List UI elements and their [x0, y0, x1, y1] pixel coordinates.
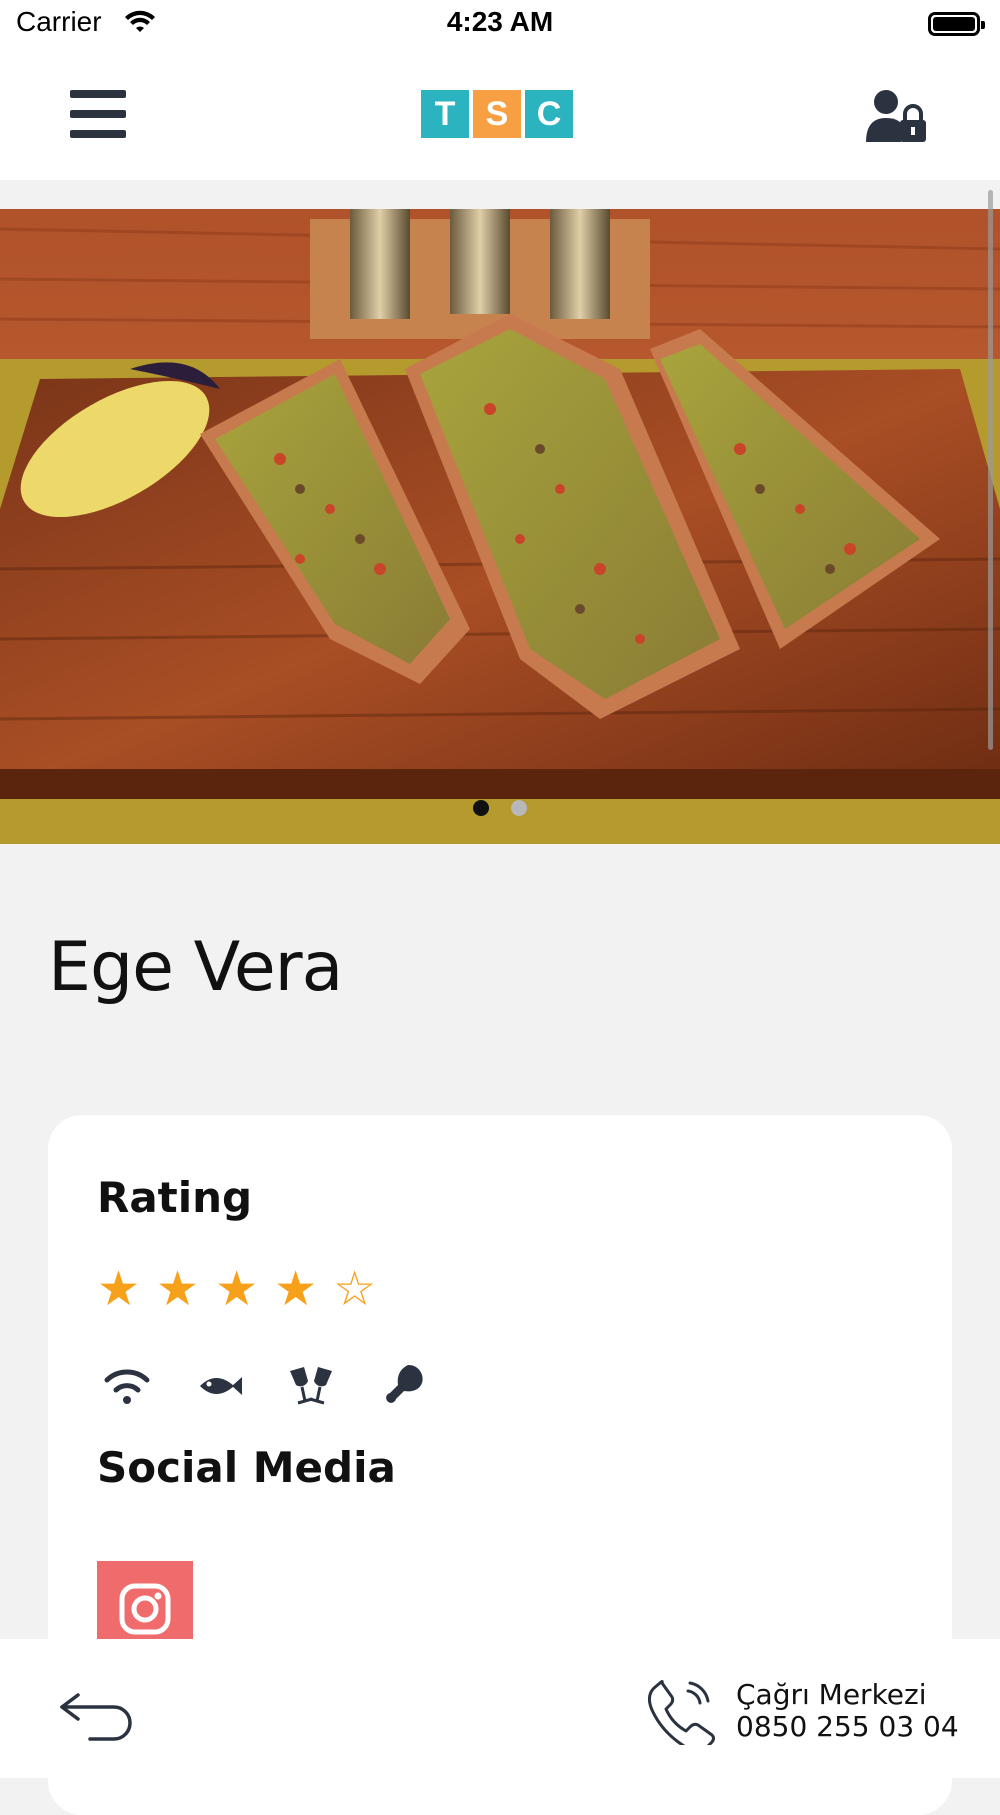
call-center-label: Çağrı Merkezi: [736, 1678, 927, 1711]
chicken-leg-icon: [377, 1360, 429, 1412]
star-filled-icon: ★: [156, 1261, 200, 1317]
hamburger-icon[interactable]: [70, 90, 126, 138]
rating-heading: Rating: [97, 1173, 253, 1222]
logo-tile-c: C: [525, 90, 573, 138]
back-arrow-icon[interactable]: [58, 1689, 138, 1745]
amenity-icons: [101, 1360, 429, 1412]
carousel-page-indicator: [0, 800, 1000, 816]
status-time: 4:23 AM: [446, 6, 554, 37]
call-center-button[interactable]: Çağrı Merkezi 0850 255 03 04: [648, 1679, 959, 1745]
call-center-number: 0850 255 03 04: [736, 1710, 959, 1743]
fish-icon: [193, 1360, 245, 1412]
cheers-glasses-icon: [285, 1360, 337, 1412]
user-lock-icon[interactable]: [864, 88, 928, 144]
phone-ringing-icon: [648, 1680, 715, 1745]
bottom-bar: Çağrı Merkezi 0850 255 03 04: [0, 1639, 1000, 1778]
social-media-heading: Social Media: [97, 1443, 396, 1492]
battery-icon: [928, 12, 985, 36]
logo-tile-s: S: [473, 90, 521, 138]
call-center-text: Çağrı Merkezi 0850 255 03 04: [736, 1679, 959, 1743]
logo-tile-t: T: [421, 90, 469, 138]
tsc-logo: T S C: [421, 90, 573, 138]
venue-name: Ege Vera: [48, 928, 343, 1007]
star-filled-icon: ★: [274, 1261, 318, 1317]
star-filled-icon: ★: [215, 1261, 259, 1317]
top-nav-bar: T S C: [0, 52, 1000, 180]
carousel-dot-1[interactable]: [473, 800, 489, 816]
rating-stars: ★ ★ ★ ★ ☆: [97, 1265, 376, 1313]
star-filled-icon: ★: [97, 1261, 141, 1317]
pide-photo: [0, 209, 1000, 844]
carousel-dot-2[interactable]: [511, 800, 527, 816]
star-empty-icon: ☆: [333, 1261, 377, 1317]
wifi-icon: [101, 1360, 153, 1412]
hero-food-image[interactable]: [0, 209, 1000, 844]
page-scrollbar[interactable]: [988, 190, 993, 750]
status-bar: Carrier 4:23 AM: [0, 0, 1000, 52]
